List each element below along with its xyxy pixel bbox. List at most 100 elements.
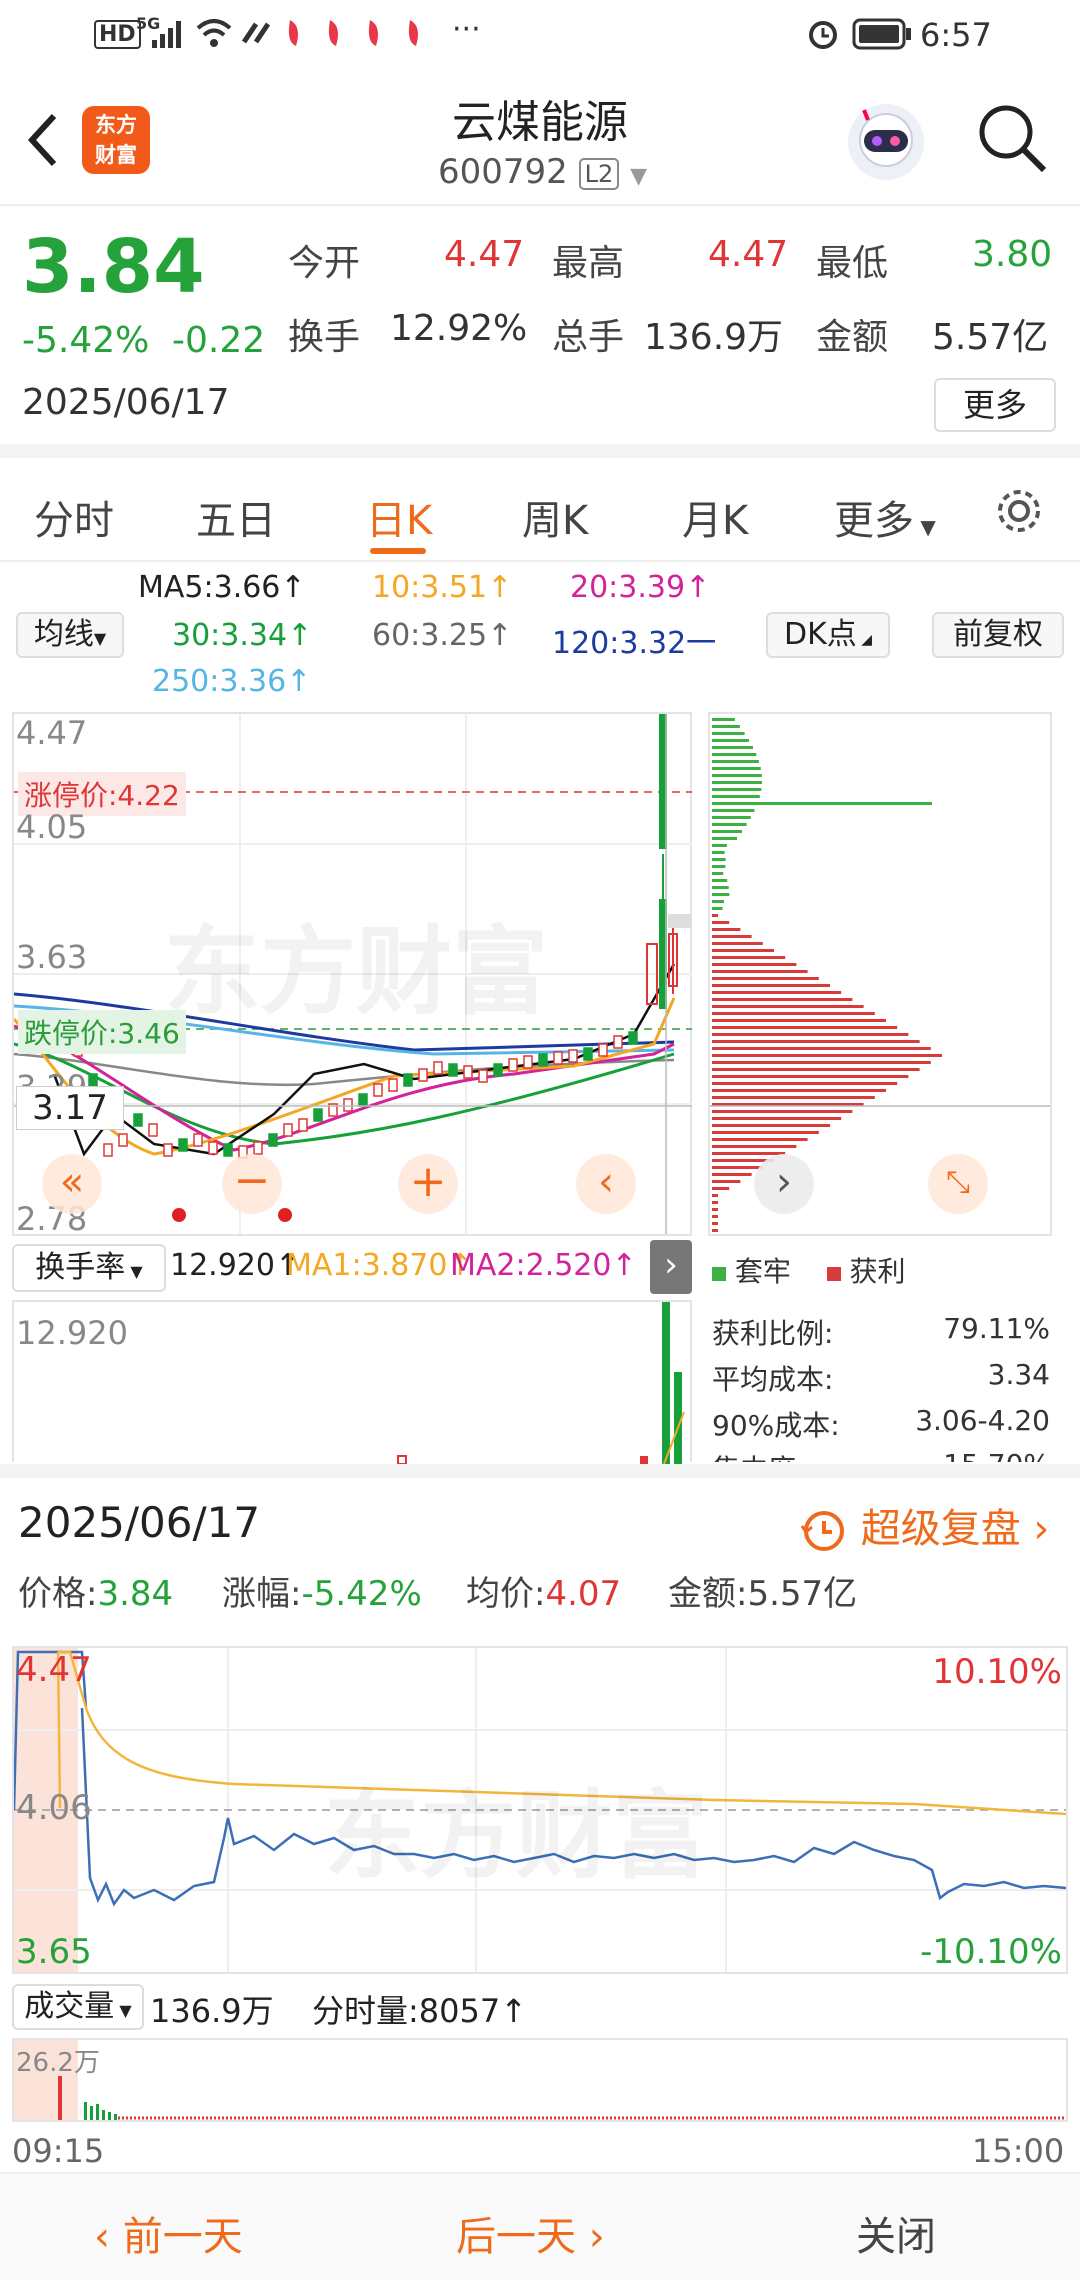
review-amount: 金额:5.57亿 bbox=[668, 1566, 857, 1615]
zoom-in-icon[interactable]: + bbox=[398, 1154, 458, 1214]
chip-bar bbox=[712, 1208, 718, 1211]
more-button[interactable]: 更多 bbox=[934, 378, 1056, 432]
chip-bar bbox=[712, 1005, 864, 1008]
tab-monthly-k[interactable]: 月K bbox=[682, 488, 748, 546]
forward-adjust-button[interactable]: 前复权 bbox=[932, 612, 1064, 658]
high-value: 4.47 bbox=[708, 234, 788, 275]
chip-bar bbox=[712, 1173, 752, 1176]
clock: 6:57 bbox=[920, 16, 992, 54]
chip-bar bbox=[712, 760, 759, 763]
chip-bar bbox=[712, 809, 754, 812]
next-day-button[interactable]: 后一天 › bbox=[456, 2204, 605, 2262]
candle bbox=[254, 1142, 262, 1154]
candle bbox=[179, 1139, 187, 1151]
volume-select[interactable]: 成交量 ▼ bbox=[12, 1984, 144, 2030]
chip-bar bbox=[712, 1068, 920, 1071]
candle bbox=[494, 1064, 502, 1076]
candle bbox=[554, 1052, 562, 1064]
volume-y-max: 26.2万 bbox=[16, 2042, 100, 2079]
close-button[interactable]: 关闭 bbox=[856, 2204, 936, 2262]
tab-intraday[interactable]: 分时 bbox=[34, 488, 114, 546]
cost-90-label: 90%成本: bbox=[712, 1404, 840, 1444]
ma20-value: 20:3.39↑ bbox=[570, 570, 710, 605]
chip-bar bbox=[712, 851, 725, 854]
more-notifications-icon: ··· bbox=[452, 12, 481, 47]
indicator-select[interactable]: 换手率 ▼ bbox=[12, 1244, 166, 1292]
chip-bar bbox=[712, 1082, 897, 1085]
chip-bar bbox=[712, 970, 808, 973]
chip-bar bbox=[712, 1194, 718, 1197]
chip-bar bbox=[712, 1026, 897, 1029]
robot-assistant-icon[interactable] bbox=[844, 100, 928, 184]
chip-bar bbox=[712, 1054, 942, 1057]
ma60-value: 60:3.25↑ bbox=[372, 618, 512, 653]
candle bbox=[584, 1048, 592, 1060]
status-bar: HD 5G ··· 6:57 bbox=[0, 0, 1080, 72]
low-label: 最低 bbox=[816, 234, 888, 286]
candle bbox=[389, 1079, 397, 1091]
candle bbox=[479, 1070, 487, 1082]
event-dot bbox=[278, 1208, 292, 1222]
ma-select[interactable]: 均线▼ bbox=[16, 612, 124, 658]
bottom-nav: ‹ 前一天 后一天 › 关闭 bbox=[0, 2172, 1080, 2280]
chip-bar bbox=[712, 1089, 886, 1092]
scroll-right-icon[interactable]: › bbox=[754, 1154, 814, 1214]
kline-chart[interactable]: 东方财富 4.47 涨停价:4.22 4.05 3.63 跌停价:3.46 3.… bbox=[12, 712, 692, 1236]
review-change: 涨幅:-5.42% bbox=[222, 1566, 422, 1615]
chip-bar bbox=[712, 942, 763, 945]
intraday-chart: 东方财富 4.47 4.06 3.65 10.10% -10.10% bbox=[12, 1646, 1068, 1974]
candle bbox=[104, 1144, 112, 1156]
chip-bars bbox=[710, 714, 1050, 1234]
settings-gear-icon[interactable] bbox=[992, 484, 1046, 538]
ma120-value: 120:3.32一 bbox=[552, 618, 716, 662]
chip-bar bbox=[712, 1012, 875, 1015]
intraday-watermark: 东方财富 bbox=[324, 1758, 708, 1897]
crosshair-price: 3.17 bbox=[16, 1086, 124, 1130]
chip-bar bbox=[712, 935, 752, 938]
chip-bar bbox=[712, 984, 830, 987]
chip-bar bbox=[712, 1075, 908, 1078]
collapse-panel-icon[interactable]: › bbox=[650, 1240, 692, 1294]
review-avg: 均价:4.07 bbox=[466, 1566, 621, 1615]
chip-bar bbox=[712, 746, 753, 749]
stock-code[interactable]: 600792 L2 ▼ bbox=[438, 152, 647, 192]
low-value: 3.80 bbox=[972, 234, 1052, 275]
chip-bar bbox=[712, 886, 729, 889]
candle bbox=[359, 1094, 367, 1106]
candle bbox=[89, 1074, 97, 1086]
super-replay-button[interactable]: 超级复盘 › bbox=[798, 1496, 1049, 1554]
chip-bar bbox=[712, 998, 852, 1001]
rewind-icon[interactable]: « bbox=[42, 1154, 102, 1214]
concentration-value: 15.70% bbox=[943, 1448, 1050, 1462]
volume-bars bbox=[14, 2040, 1066, 2120]
chip-bar bbox=[712, 718, 735, 721]
tab-five-day[interactable]: 五日 bbox=[196, 488, 276, 546]
turnover-label: 换手 bbox=[288, 308, 360, 360]
zoom-out-icon[interactable]: − bbox=[222, 1154, 282, 1214]
tab-daily-k[interactable]: 日K bbox=[366, 488, 432, 546]
candle bbox=[134, 1114, 142, 1126]
tab-more[interactable]: 更多 ▼ bbox=[834, 488, 936, 546]
scroll-left-icon[interactable]: ‹ bbox=[576, 1154, 636, 1214]
history-clock-icon bbox=[798, 1508, 848, 1554]
chip-stats: 获利比例:79.11% 平均成本:3.34 90%成本:3.06-4.20 集中… bbox=[708, 1300, 1052, 1462]
chip-bar bbox=[712, 823, 747, 826]
candle bbox=[164, 1144, 172, 1156]
wifi-icon bbox=[196, 18, 232, 48]
chip-bar bbox=[712, 802, 932, 805]
chip-bar bbox=[712, 1187, 729, 1190]
search-icon[interactable] bbox=[976, 102, 1048, 174]
hd-icon: HD bbox=[94, 20, 141, 49]
chip-bar bbox=[712, 907, 723, 910]
chip-bar bbox=[712, 1033, 908, 1036]
chip-bar bbox=[712, 928, 740, 931]
expand-icon[interactable]: ⤡ bbox=[928, 1154, 988, 1214]
intraday-pct-bottom: -10.10% bbox=[920, 1932, 1062, 1972]
signal-icon bbox=[150, 18, 190, 50]
tab-weekly-k[interactable]: 周K bbox=[522, 488, 588, 546]
candle bbox=[614, 1036, 622, 1048]
previous-day-button[interactable]: ‹ 前一天 bbox=[94, 2204, 243, 2262]
review-price: 价格:3.84 bbox=[18, 1566, 173, 1615]
chip-bar bbox=[712, 844, 727, 847]
dk-point-button[interactable]: DK点 ◢ bbox=[766, 612, 890, 658]
